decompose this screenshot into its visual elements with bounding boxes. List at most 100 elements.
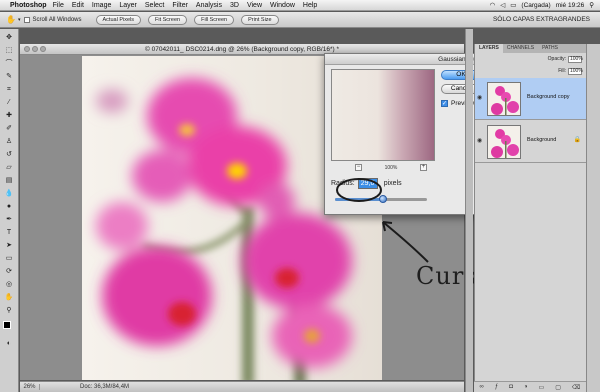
- 3d-rotate-tool-icon[interactable]: ⟳: [3, 267, 15, 276]
- mask-icon[interactable]: ◘: [509, 384, 513, 390]
- layer-thumbnail-image: [488, 83, 520, 115]
- layer-thumbnail: [487, 125, 521, 159]
- hand-tool-icon[interactable]: ✋: [6, 15, 16, 24]
- menu-analysis[interactable]: Analysis: [196, 2, 222, 9]
- blur-tool-icon[interactable]: 💧: [3, 189, 15, 198]
- zoom-in-button[interactable]: +: [419, 164, 427, 171]
- actual-pixels-button[interactable]: Actual Pixels: [95, 14, 141, 25]
- options-bar: ✋ ▾ Scroll All Windows Actual Pixels Fit…: [0, 12, 600, 28]
- document-size-info[interactable]: Doc: 36,3M/84,4M: [40, 384, 129, 390]
- move-tool-icon[interactable]: ✥: [3, 33, 15, 42]
- folder-icon[interactable]: ▭: [539, 384, 545, 391]
- volume-icon[interactable]: ◁: [500, 1, 505, 9]
- zoom-out-button[interactable]: −: [355, 164, 362, 171]
- tool-preset-dropdown-icon[interactable]: ▾: [18, 17, 21, 23]
- fill-screen-button[interactable]: Fill Screen: [194, 14, 235, 25]
- path-select-tool-icon[interactable]: ➤: [3, 241, 15, 250]
- fx-icon[interactable]: ƒ: [495, 384, 498, 390]
- fill-field[interactable]: 100%: [568, 67, 583, 75]
- layer-row-background-copy[interactable]: ◉ Background copy: [475, 78, 587, 120]
- workspace-switcher[interactable]: SÓLO CAPAS EXTRAGRANDES: [493, 16, 590, 23]
- screenshot-root: { "menubar": { "app_name": "Photoshop", …: [0, 0, 600, 392]
- lasso-tool-icon[interactable]: ⌒: [3, 59, 15, 68]
- minimize-icon[interactable]: [32, 46, 38, 52]
- panel-tabs: LAYERS CHANNELS PATHS: [475, 44, 586, 53]
- radius-unit: pixels: [383, 180, 402, 187]
- panel-scrollbar[interactable]: [586, 44, 600, 392]
- eraser-tool-icon[interactable]: ▱: [3, 163, 15, 172]
- opacity-field[interactable]: 100%: [568, 55, 583, 63]
- dialog-title[interactable]: Gaussian Blur: [325, 54, 485, 65]
- collapsed-panel-dock[interactable]: [465, 29, 473, 392]
- crop-tool-icon[interactable]: ⌗: [3, 85, 15, 94]
- layers-panel-footer: ∞ ƒ ◘ ◑ ▭ ▢ ⌫: [474, 381, 586, 392]
- zoom-level-field[interactable]: 26%: [20, 384, 40, 390]
- document-title: © 07042011_ DSC0214.dng @ 26% (Backgroun…: [145, 46, 339, 53]
- window-controls: [24, 46, 46, 52]
- history-brush-tool-icon[interactable]: ↺: [3, 150, 15, 159]
- brush-tool-icon[interactable]: ✐: [3, 124, 15, 133]
- blur-preview-pane[interactable]: [331, 69, 435, 161]
- menu-help[interactable]: Help: [303, 2, 317, 9]
- visibility-eye-icon[interactable]: ◉: [477, 137, 482, 144]
- menu-filter[interactable]: Filter: [172, 2, 188, 9]
- dodge-tool-icon[interactable]: ●: [3, 202, 15, 211]
- foreground-color-swatch[interactable]: [3, 321, 11, 329]
- menu-window[interactable]: Window: [270, 2, 295, 9]
- quick-mask-icon[interactable]: ◐: [3, 339, 15, 348]
- app-name-menu[interactable]: Photoshop: [10, 2, 47, 9]
- menu-layer[interactable]: Layer: [119, 2, 137, 9]
- menu-select[interactable]: Select: [145, 2, 164, 9]
- clock[interactable]: mié 19:26: [556, 2, 585, 9]
- menu-edit[interactable]: Edit: [72, 2, 84, 9]
- fit-screen-button[interactable]: Fit Screen: [148, 14, 188, 25]
- shape-tool-icon[interactable]: ▭: [3, 254, 15, 263]
- layer-row-background[interactable]: ◉ Background 🔒: [475, 121, 587, 163]
- close-icon[interactable]: [24, 46, 30, 52]
- lock-icon: 🔒: [573, 137, 581, 143]
- opacity-label: Opacity:: [547, 56, 566, 62]
- print-size-button[interactable]: Print Size: [241, 14, 279, 25]
- wifi-icon[interactable]: ◠: [490, 1, 496, 9]
- zoom-window-icon[interactable]: [40, 46, 46, 52]
- new-layer-icon[interactable]: ▢: [555, 384, 561, 391]
- battery-icon[interactable]: ▭: [510, 1, 516, 9]
- clone-stamp-tool-icon[interactable]: ♙: [3, 137, 15, 146]
- preview-zoom-controls: − 100% +: [355, 164, 427, 171]
- type-tool-icon[interactable]: T: [3, 228, 15, 237]
- preview-checkbox[interactable]: ✓: [441, 100, 448, 107]
- radius-slider[interactable]: [335, 195, 427, 203]
- healing-tool-icon[interactable]: ✚: [3, 111, 15, 120]
- layer-thumbnail-image: [488, 126, 520, 158]
- spotlight-icon[interactable]: ⚲: [589, 1, 594, 9]
- link-layers-icon[interactable]: ∞: [480, 384, 484, 390]
- layer-thumbnail: [487, 82, 521, 116]
- menu-3d[interactable]: 3D: [230, 2, 239, 9]
- marquee-tool-icon[interactable]: ⬚: [3, 46, 15, 55]
- trash-icon[interactable]: ⌫: [572, 384, 580, 391]
- scroll-all-windows-checkbox[interactable]: [24, 16, 31, 23]
- 3d-orbit-tool-icon[interactable]: ◎: [3, 280, 15, 289]
- adjustment-icon[interactable]: ◑: [524, 384, 528, 390]
- radius-label: Radius:: [331, 180, 355, 187]
- tab-channels[interactable]: CHANNELS: [503, 44, 538, 53]
- menu-image[interactable]: Image: [92, 2, 111, 9]
- layer-name[interactable]: Background copy: [527, 94, 570, 100]
- tab-layers[interactable]: LAYERS: [475, 44, 503, 53]
- zoom-tool-icon[interactable]: ⚲: [3, 306, 15, 315]
- eyedropper-tool-icon[interactable]: ⁄: [3, 98, 15, 107]
- tab-paths[interactable]: PATHS: [538, 44, 562, 53]
- radius-slider-knob[interactable]: [378, 195, 387, 203]
- fill-row: Fill: 100%: [475, 65, 586, 77]
- layers-panel: LAYERS CHANNELS PATHS Opacity: 100% Fill…: [474, 44, 587, 392]
- visibility-eye-icon[interactable]: ◉: [477, 94, 482, 101]
- menu-file[interactable]: File: [53, 2, 64, 9]
- menu-view[interactable]: View: [247, 2, 262, 9]
- hand-tool-box-icon[interactable]: ✋: [3, 293, 15, 302]
- gradient-tool-icon[interactable]: ▤: [3, 176, 15, 185]
- quick-select-tool-icon[interactable]: ✎: [3, 72, 15, 81]
- radius-slider-fill: [335, 198, 383, 201]
- radius-input[interactable]: [357, 178, 378, 189]
- layer-name[interactable]: Background: [527, 137, 556, 143]
- pen-tool-icon[interactable]: ✒: [3, 215, 15, 224]
